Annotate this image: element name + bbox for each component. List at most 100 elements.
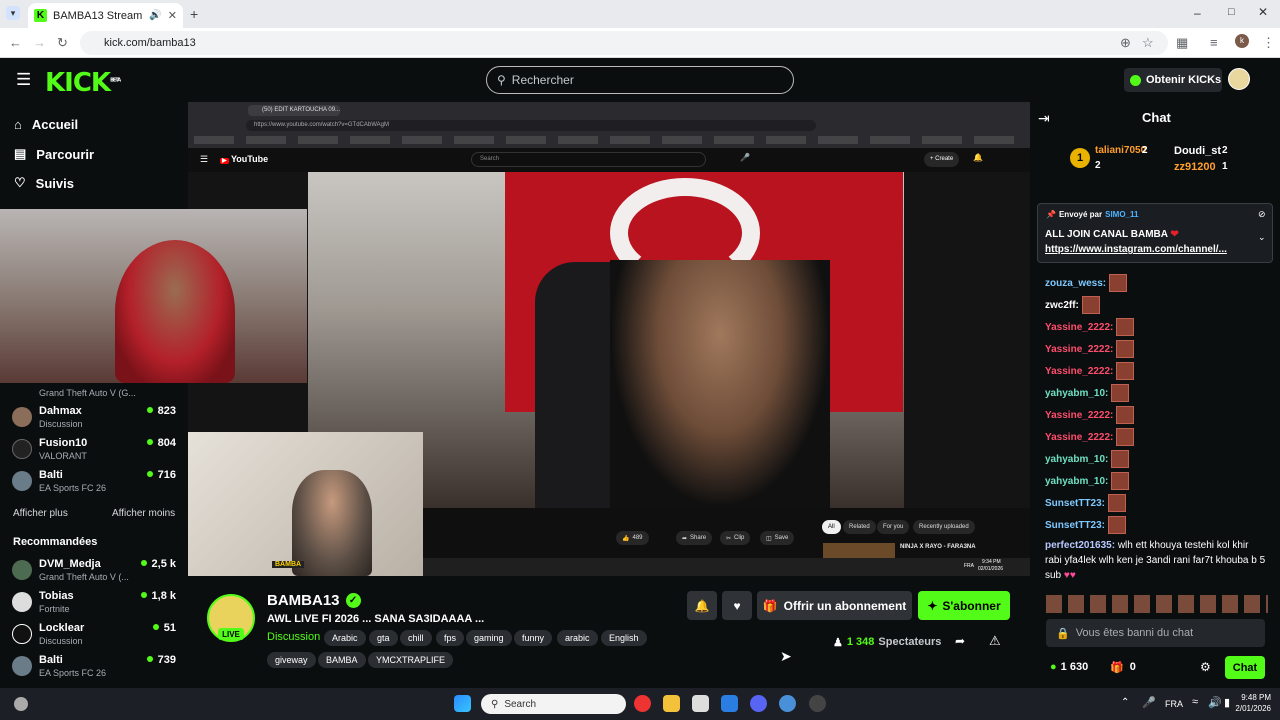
sidebar-channel-locklear[interactable]: Locklear Discussion 51 [12,620,178,650]
nav-browse[interactable]: ▤ Parcourir [14,146,94,162]
chevron-down-icon[interactable]: ⌄ [1258,232,1266,243]
maximize-button[interactable]: □ [1228,6,1235,18]
pinned-link[interactable]: https://www.instagram.com/channel/... [1045,244,1227,255]
chat-input[interactable]: 🔒 Vous êtes banni du chat [1046,619,1265,647]
app-icon[interactable] [809,695,826,712]
sidebar-channel-fusion10[interactable]: Fusion10 VALORANT 804 [12,435,178,465]
battery-icon[interactable]: ▮ [1224,696,1230,709]
nav-following[interactable]: ♡ Suivis [14,175,74,191]
tag[interactable]: gaming [466,630,512,646]
sidebar-channel-dahmax[interactable]: Dahmax Discussion 823 [12,403,178,433]
chat-username[interactable]: zwc2ff: [1045,300,1079,311]
weather-icon[interactable] [14,697,28,711]
chat-username[interactable]: yahyabm_10: [1045,476,1108,487]
pinned-sender-label: Envoyé par [1058,210,1103,219]
nav-home[interactable]: ⌂ Accueil [14,117,78,132]
windows-start-icon[interactable] [454,695,471,712]
chat-username[interactable]: SunsetTT23: [1045,498,1105,509]
tag[interactable]: giveway [267,652,316,668]
chat-message: Yassine_2222: [1045,318,1135,336]
browser-menu-icon[interactable]: ⋮ [1262,35,1275,51]
gift-counter[interactable]: 🎁 0 [1110,661,1136,674]
tag[interactable]: Arabic [324,630,366,646]
tag[interactable]: English [601,630,647,646]
discord-icon[interactable] [750,695,767,712]
address-bar[interactable]: kick.com/bamba13 [80,31,1168,55]
os-search-box[interactable]: ⚲ Search [481,694,626,714]
sidebar-channel-balti[interactable]: Balti EA Sports FC 26 716 [12,467,178,497]
get-kicks-button[interactable]: Obtenir KICKs [1124,68,1222,92]
subscribe-button[interactable]: ✦ S'abonner [918,591,1010,620]
zoom-icon[interactable]: ⊕ [1120,35,1131,51]
tab-audio-icon[interactable]: 🔊 [149,10,161,21]
kick-logo[interactable]: KICKBETA [45,68,121,98]
chat-username[interactable]: SunsetTT23: [1045,520,1105,531]
emote-picker-row[interactable] [1046,595,1268,613]
collapse-chat-icon[interactable]: ⇥ [1038,110,1050,127]
unpin-icon[interactable]: ⊘ [1258,209,1266,220]
wifi-icon[interactable]: ≈ [1192,696,1198,708]
bookmark-star-icon[interactable]: ☆ [1142,35,1154,51]
profile-avatar[interactable]: k [1235,34,1249,48]
chat-username[interactable]: Yassine_2222: [1045,432,1113,443]
show-more-link[interactable]: Afficher plus [13,508,68,519]
stream-category-link[interactable]: Discussion [267,631,320,643]
sidebar-channel-dvm-medja[interactable]: DVM_Medja Grand Theft Auto V (... 2,5 k [12,556,178,586]
tab-close-icon[interactable]: ✕ [168,9,177,22]
browser-tab-active[interactable]: K BAMBA13 Stream - Watch 🔊 ✕ [28,3,183,28]
file-explorer-icon[interactable] [663,695,680,712]
chat-emote [1108,494,1127,512]
report-warning-icon[interactable]: ⚠ [989,633,1001,649]
volume-icon[interactable]: 🔊 [1208,696,1222,709]
gift-subscription-button[interactable]: 🎁 Offrir un abonnement [757,591,912,620]
tag[interactable]: arabic [557,630,598,646]
notification-bell-button[interactable]: 🔔 [687,591,717,620]
new-tab-button[interactable]: + [190,6,198,22]
forward-arrow-icon[interactable]: → [33,35,46,50]
tag[interactable]: chill [400,630,432,646]
tab-list-dropdown[interactable]: ▾ [6,6,20,20]
tag[interactable]: BAMBA [318,652,366,668]
show-less-link[interactable]: Afficher moins [112,508,175,519]
tag[interactable]: gta [369,630,398,646]
chat-settings-gear-icon[interactable]: ⚙ [1200,660,1211,674]
browse-icon: ▤ [14,146,27,161]
reading-list-icon[interactable]: ≡ [1210,35,1218,50]
tray-chevron-icon[interactable]: ⌃ [1121,697,1129,708]
os-clock[interactable]: 9:48 PM 2/01/2026 [1235,692,1271,714]
chat-username[interactable]: Yassine_2222: [1045,322,1113,333]
tag[interactable]: YMCXTRAPLIFE [368,652,454,668]
heart-icon: ♥♥ [1063,570,1076,581]
chat-username[interactable]: Yassine_2222: [1045,366,1113,377]
chat-username[interactable]: perfect201635: [1045,540,1115,551]
store-icon[interactable] [692,695,709,712]
close-window-button[interactable]: ✕ [1258,5,1268,19]
user-avatar[interactable] [1228,68,1250,90]
chat-username[interactable]: zouza_wess: [1045,278,1106,289]
tag[interactable]: funny [514,630,553,646]
sidebar-channel-balti-2[interactable]: Balti EA Sports FC 26 739 [12,652,178,682]
microphone-icon[interactable]: 🎤 [1142,696,1156,709]
chat-username[interactable]: Yassine_2222: [1045,410,1113,421]
share-icon[interactable]: ➦ [955,634,965,648]
chat-send-button[interactable]: Chat [1225,656,1265,679]
search-input[interactable]: ⚲ Rechercher [486,66,794,94]
os-language[interactable]: FRA [1165,699,1183,709]
streamer-name[interactable]: BAMBA13 ✓ [267,592,361,609]
sidebar-channel-tobias[interactable]: Tobias Fortnite 1,8 k [12,588,178,618]
chat-username[interactable]: yahyabm_10: [1045,388,1108,399]
viewer-stats: ♟ 1 348 Spectateurs [833,636,941,649]
mail-icon[interactable] [721,695,738,712]
chat-username[interactable]: Yassine_2222: [1045,344,1113,355]
hamburger-menu-icon[interactable]: ☰ [16,70,31,90]
follow-heart-button[interactable]: ♥ [722,591,752,620]
tag[interactable]: fps [436,630,465,646]
back-arrow-icon[interactable]: ← [9,35,22,50]
chrome-icon[interactable] [634,695,651,712]
extensions-icon[interactable]: ▦ [1176,35,1188,51]
chat-username[interactable]: yahyabm_10: [1045,454,1108,465]
minimize-button[interactable]: – [1194,6,1201,20]
channel-points[interactable]: ● 1 630 [1050,661,1088,673]
reload-icon[interactable]: ↻ [57,35,68,51]
chrome-active-icon[interactable] [779,695,796,712]
